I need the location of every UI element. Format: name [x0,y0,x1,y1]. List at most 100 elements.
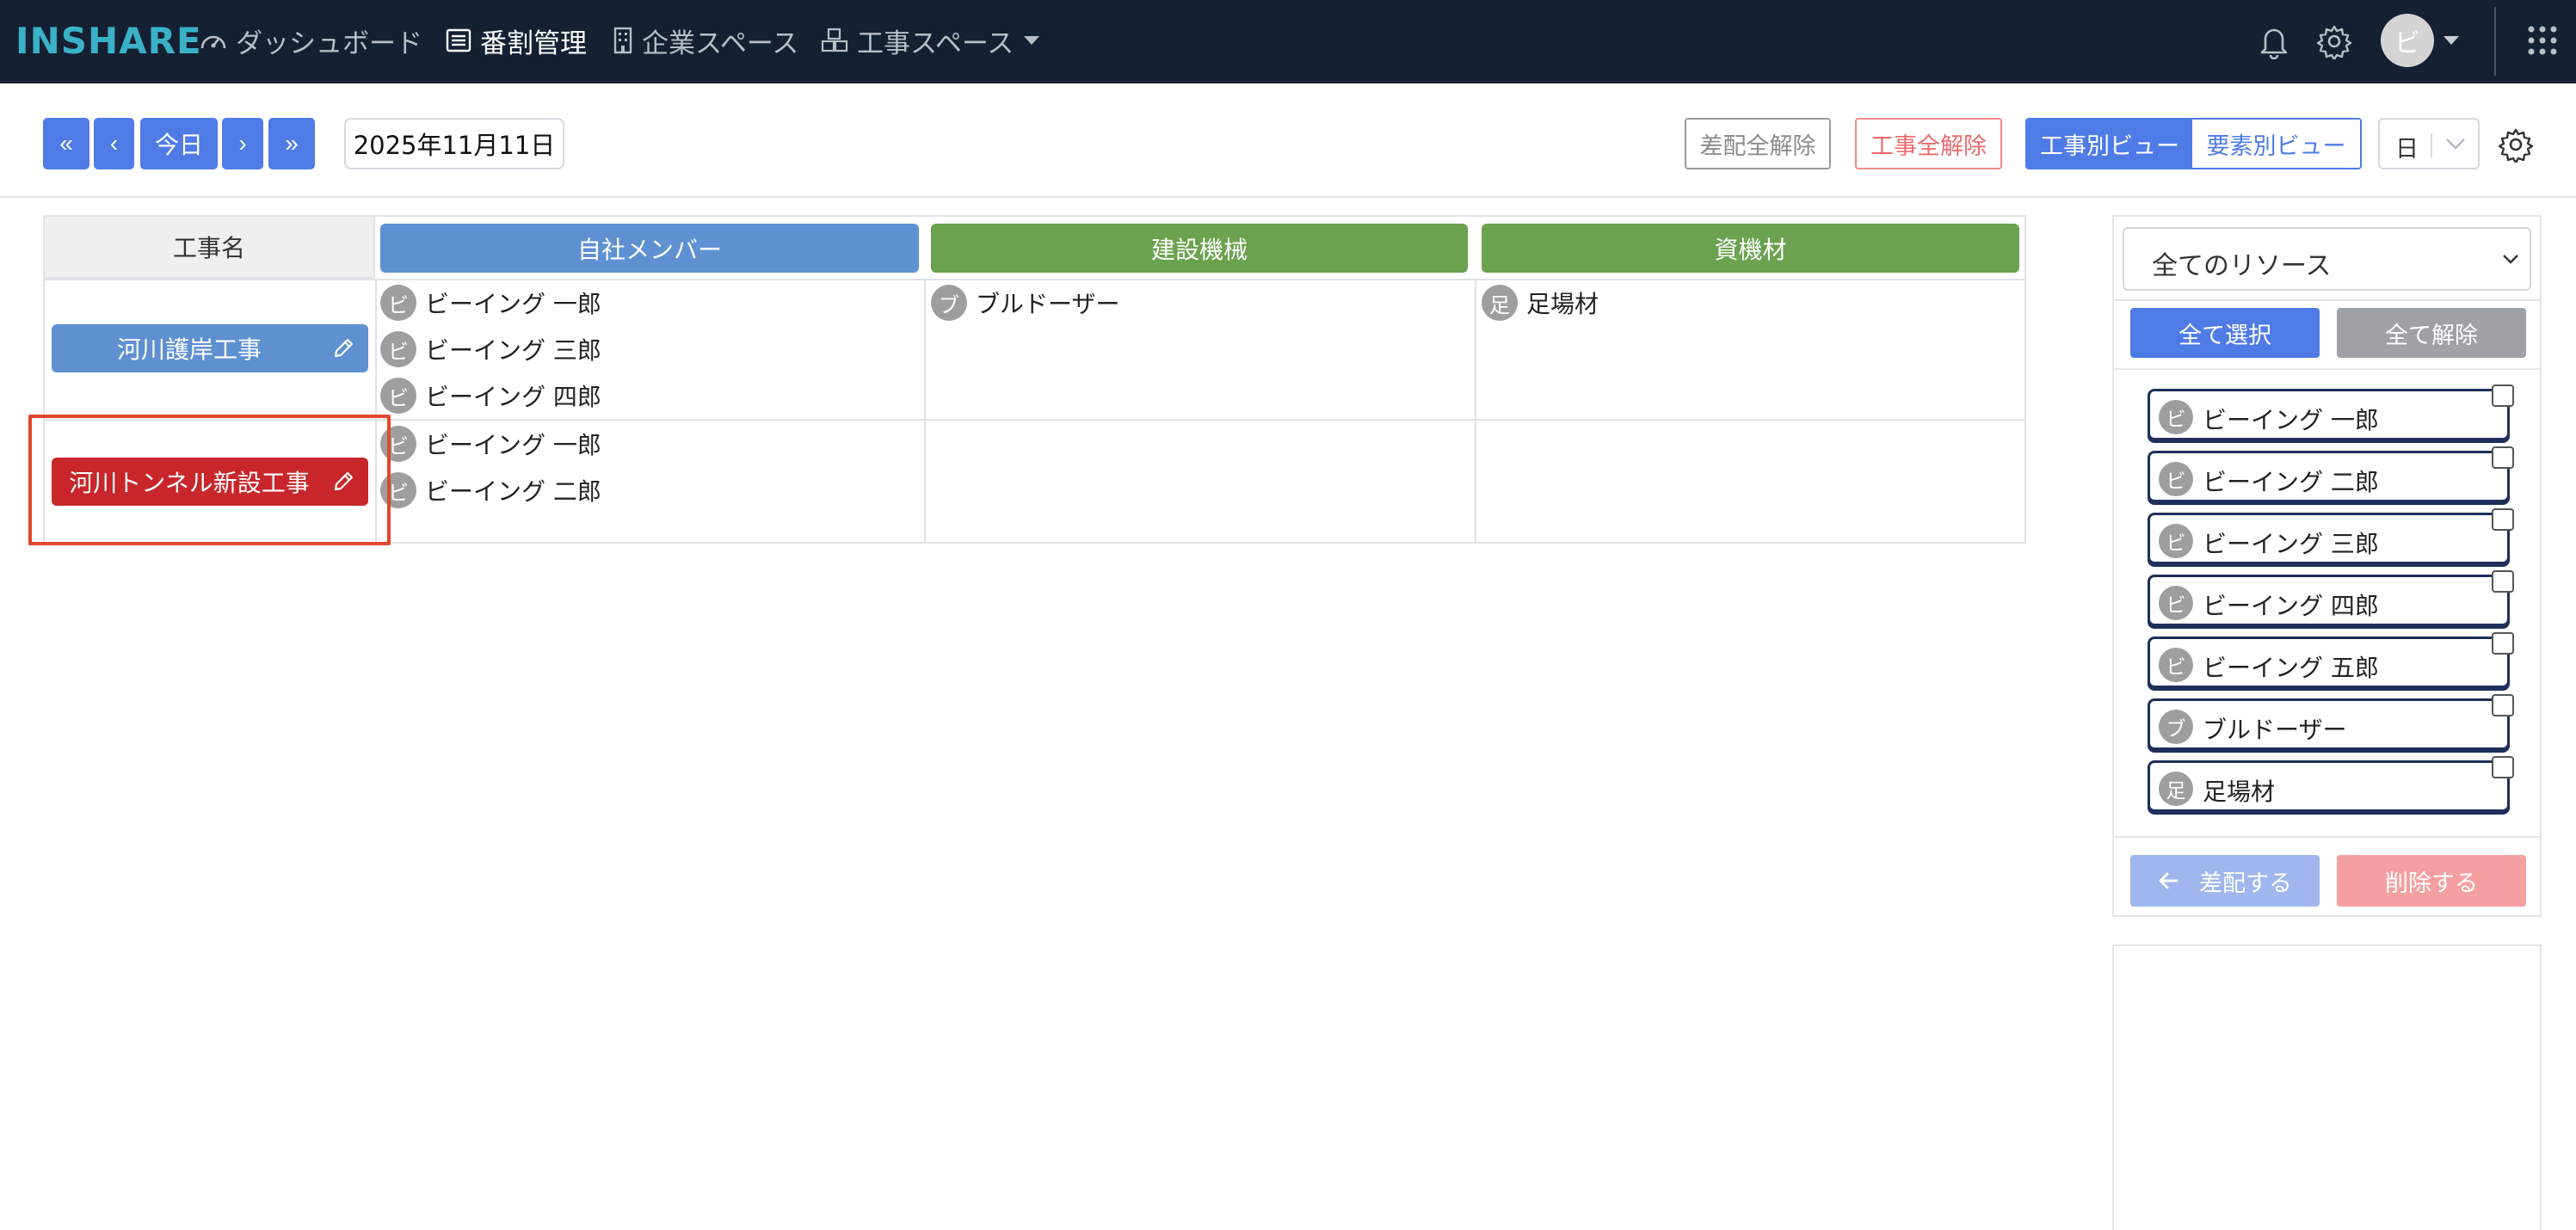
resource-checkbox[interactable] [2492,756,2514,778]
last-page-button[interactable]: » [268,118,315,169]
resource-initial: 足 [1482,285,1518,321]
select-separator [2431,133,2432,157]
resource-panel: 全てのリソース 全て選択 全て解除 ビビーイング 一郎 ビビーイング 二郎 ビビ… [2112,215,2542,917]
boxes-icon [821,28,848,52]
project-view-button[interactable]: 工事別ビュー [2027,120,2192,168]
bell-icon [2260,28,2288,59]
nav-shift-management[interactable]: 番割管理 [446,19,587,62]
nav-project-space-label: 工事スペース [857,28,1014,59]
resource-item[interactable]: ビビーイング 五郎 [2148,632,2514,688]
next-day-button[interactable]: › [222,118,263,169]
navbar-divider [2494,7,2496,76]
chip-label: ビーイング 三郎 [425,336,601,365]
resource-checkbox[interactable] [2492,384,2514,407]
resource-item[interactable]: 足足場材 [2148,756,2514,812]
nav-dashboard-label: ダッシュボード [236,28,422,59]
resource-initial: ビ [2159,524,2193,558]
resource-checkbox[interactable] [2492,508,2514,531]
resource-item[interactable]: ビビーイング 一郎 [2148,384,2514,440]
nav-company-space[interactable]: 企業スペース [613,19,798,62]
member-chip[interactable]: ビビーイング 二郎 [380,470,601,511]
resource-name: ビーイング 五郎 [2203,654,2379,682]
resource-initial: ビ [2159,648,2193,682]
resource-initial: ビ [2159,400,2193,434]
chip-label: ビーイング 四郎 [425,383,601,411]
pencil-icon[interactable] [332,337,354,360]
material-column-header: 資機材 [1482,224,2019,273]
resource-initial: 足 [2159,772,2193,806]
member-chip[interactable]: ビビーイング 三郎 [380,329,601,370]
resource-item[interactable]: ビビーイング 四郎 [2148,570,2514,626]
resource-checkbox[interactable] [2492,694,2514,716]
arrow-left-icon [2159,872,2179,889]
resource-name: ビーイング 四郎 [2203,592,2379,620]
prev-day-button[interactable]: ‹ [94,118,134,169]
chip-label: ビーイング 二郎 [425,477,601,506]
header-divider [45,279,2024,280]
resource-name: ブルドーザー [2203,716,2347,744]
time-unit-select[interactable]: 日 [2378,118,2480,169]
clear-all-button[interactable]: 全て解除 [2337,308,2526,358]
machine-column-header: 建設機械 [931,224,1468,273]
gear-icon[interactable] [2498,126,2534,163]
clear-all-assignments-button[interactable]: 差配全解除 [1685,118,1831,169]
delete-button[interactable]: 削除する [2337,855,2526,907]
nav-dashboard[interactable]: ダッシュボード [200,19,422,62]
resource-checkbox[interactable] [2492,632,2514,655]
nav-project-space[interactable]: 工事スペース [821,19,1040,62]
resource-initial: ビ [2159,462,2193,496]
resource-item[interactable]: ビビーイング 二郎 [2148,446,2514,502]
chip-label: 足場材 [1526,290,1599,318]
project-button-river-revetment[interactable]: 河川護岸工事 [52,324,368,372]
avatar-chevron-down-icon[interactable] [2444,36,2459,45]
list-icon [446,28,471,52]
today-button[interactable]: 今日 [140,118,218,169]
member-chip[interactable]: ビビーイング 一郎 [380,282,601,323]
element-view-button[interactable]: 要素別ビュー [2192,120,2360,168]
assign-button-label: 差配する [2199,870,2292,897]
resource-initial: ブ [931,285,967,321]
member-chip[interactable]: ビビーイング 一郎 [380,423,601,464]
resource-name: 足場材 [2203,778,2276,806]
resource-item[interactable]: ビビーイング 三郎 [2148,508,2514,564]
resource-initial: ビ [2159,586,2193,620]
resource-item[interactable]: ブブルドーザー [2148,694,2514,750]
resource-filter-value: 全てのリソース [2152,251,2332,281]
chip-label: ビーイング 一郎 [425,431,601,459]
top-navbar: INSHARE ダッシュボード 番割管理 企業スペース 工事スペース ビ [0,0,2576,83]
notification-bell-button[interactable] [2254,22,2294,61]
panel-divider [2114,299,2540,301]
resource-filter-select[interactable]: 全てのリソース [2123,227,2531,291]
toolbar-divider [0,196,2576,198]
resource-name: ビーイング 二郎 [2203,468,2379,496]
resource-checkbox[interactable] [2492,570,2514,593]
material-chip[interactable]: 足足場材 [1482,282,1599,323]
apps-grid-icon[interactable] [2527,25,2558,56]
user-avatar[interactable]: ビ [2381,14,2434,67]
assign-button[interactable]: 差配する [2130,855,2320,907]
date-picker[interactable]: 2025年11月11日 [344,118,564,169]
time-unit-value: 日 [2395,136,2419,163]
resource-checkbox[interactable] [2492,446,2514,469]
panel-divider [2114,368,2540,370]
column-divider [1475,279,1476,542]
chevron-down-icon [2446,138,2465,150]
building-icon [613,27,632,54]
resource-name: ビーイング 三郎 [2203,530,2379,558]
clear-all-projects-button[interactable]: 工事全解除 [1855,118,2002,169]
nav-company-space-label: 企業スペース [642,28,799,59]
column-divider [924,279,926,542]
first-page-button[interactable]: « [43,118,89,169]
member-chip[interactable]: ビビーイング 四郎 [380,375,601,416]
settings-button[interactable] [2314,22,2354,61]
app-logo[interactable]: INSHARE [15,22,202,60]
resource-initial: ビ [380,331,416,367]
select-all-button[interactable]: 全て選択 [2130,308,2320,358]
selection-highlight [28,415,391,545]
machine-chip[interactable]: ブブルドーザー [931,282,1119,323]
resource-initial: ビ [380,285,416,321]
resource-initial: ブ [2159,710,2193,744]
project-name-header: 工事名 [45,217,375,279]
view-toggle-group: 工事別ビュー 要素別ビュー [2025,118,2362,169]
resource-name: ビーイング 一郎 [2203,406,2379,434]
